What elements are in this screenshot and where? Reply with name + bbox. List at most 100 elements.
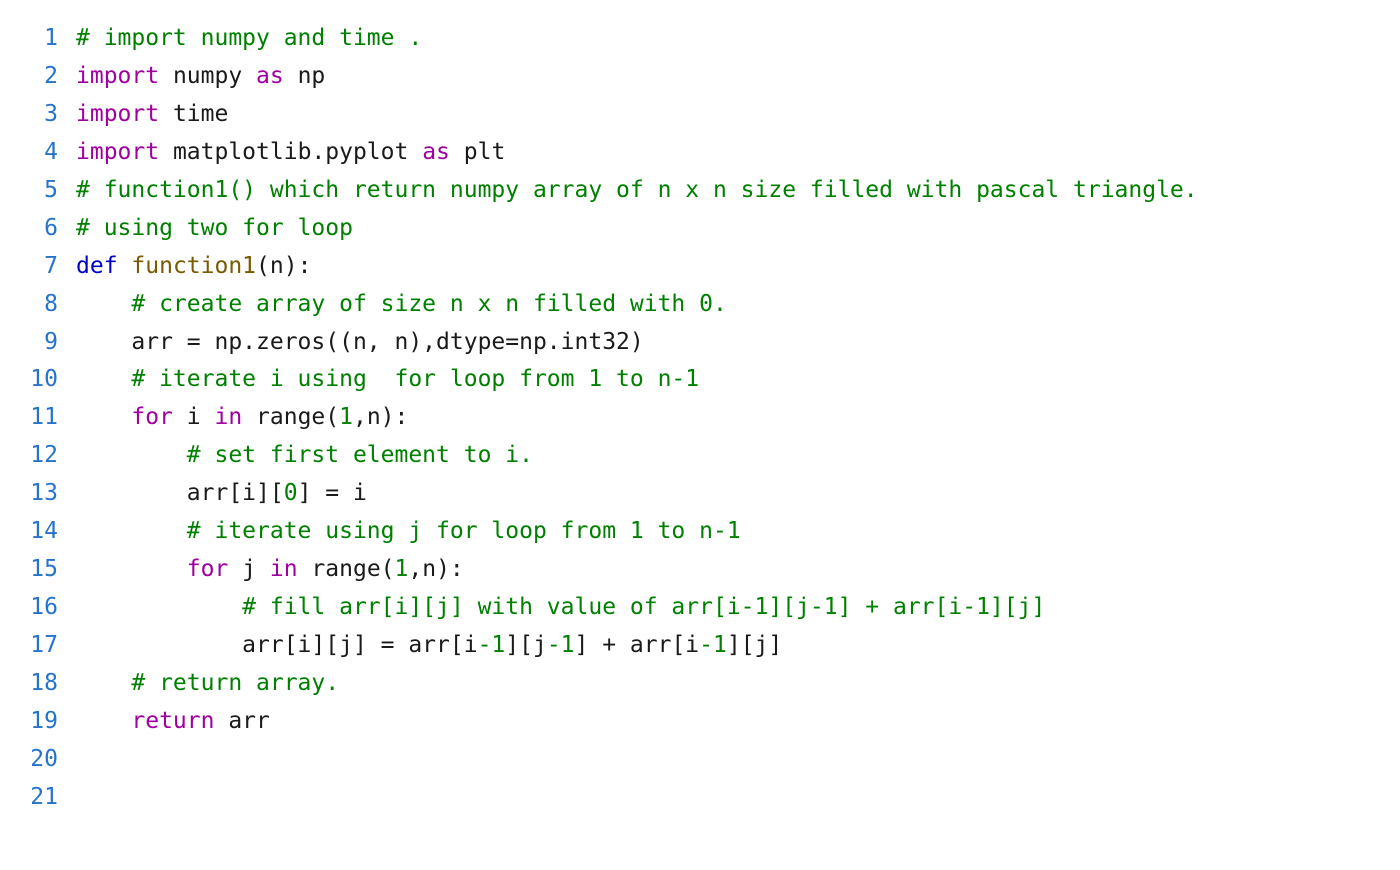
line-number: 5: [20, 172, 76, 210]
code-content: [76, 779, 1380, 817]
token-keyword: return: [131, 708, 214, 734]
token-default: j: [228, 556, 270, 582]
line-number: 19: [20, 703, 76, 741]
token-default: [76, 708, 131, 734]
line-number: 20: [20, 741, 76, 779]
code-line: 4import matplotlib.pyplot as plt: [20, 134, 1380, 172]
token-default: ] = i: [298, 480, 367, 506]
token-number: -1: [547, 632, 575, 658]
token-comment: # set first element to i.: [187, 442, 533, 468]
token-number: -1: [478, 632, 506, 658]
code-content: arr[i][j] = arr[i-1][j-1] + arr[i-1][j]: [76, 627, 1380, 665]
line-number: 1: [20, 20, 76, 58]
line-number: 15: [20, 551, 76, 589]
line-number: 9: [20, 324, 76, 362]
code-line: 19 return arr: [20, 703, 1380, 741]
token-number: -1: [699, 632, 727, 658]
token-default: (n):: [256, 253, 311, 279]
token-default: time: [159, 101, 228, 127]
code-line: 17 arr[i][j] = arr[i-1][j-1] + arr[i-1][…: [20, 627, 1380, 665]
code-content: return arr: [76, 703, 1380, 741]
code-content: for j in range(1,n):: [76, 551, 1380, 589]
line-number: 11: [20, 399, 76, 437]
code-content: arr[i][0] = i: [76, 475, 1380, 513]
token-default: matplotlib.pyplot: [159, 139, 422, 165]
line-number: 7: [20, 248, 76, 286]
token-default: i: [173, 404, 215, 430]
token-keyword: import: [76, 139, 159, 165]
line-number: 4: [20, 134, 76, 172]
line-number: 13: [20, 475, 76, 513]
code-line: 8 # create array of size n x n filled wi…: [20, 286, 1380, 324]
code-line: 2import numpy as np: [20, 58, 1380, 96]
code-line: 7def function1(n):: [20, 248, 1380, 286]
token-keyword: for: [131, 404, 173, 430]
token-default: ,n):: [353, 404, 408, 430]
line-number: 16: [20, 589, 76, 627]
code-content: arr = np.zeros((n, n),dtype=np.int32): [76, 324, 1380, 362]
token-keyword: in: [270, 556, 298, 582]
code-content: import matplotlib.pyplot as plt: [76, 134, 1380, 172]
token-default: [76, 291, 131, 317]
line-number: 14: [20, 513, 76, 551]
line-number: 3: [20, 96, 76, 134]
code-content: for i in range(1,n):: [76, 399, 1380, 437]
code-content: # function1() which return numpy array o…: [76, 172, 1380, 210]
line-number: 6: [20, 210, 76, 248]
token-default: arr[i][: [76, 480, 284, 506]
code-content: import time: [76, 96, 1380, 134]
code-line: 10 # iterate i using for loop from 1 to …: [20, 361, 1380, 399]
code-line: 9 arr = np.zeros((n, n),dtype=np.int32): [20, 324, 1380, 362]
token-default: np: [284, 63, 326, 89]
line-number: 8: [20, 286, 76, 324]
code-line: 16 # fill arr[i][j] with value of arr[i-…: [20, 589, 1380, 627]
token-keyword: as: [422, 139, 450, 165]
token-default: arr: [214, 708, 269, 734]
line-number: 18: [20, 665, 76, 703]
token-default: [76, 518, 187, 544]
code-content: # fill arr[i][j] with value of arr[i-1][…: [76, 589, 1380, 627]
token-default: [76, 670, 131, 696]
token-default: arr[i][j] = arr[i: [76, 632, 478, 658]
code-content: # iterate using j for loop from 1 to n-1: [76, 513, 1380, 551]
token-number: 0: [284, 480, 298, 506]
code-content: import numpy as np: [76, 58, 1380, 96]
token-default: [76, 594, 242, 620]
code-content: # import numpy and time .: [76, 20, 1380, 58]
token-comment: # create array of size n x n filled with…: [131, 291, 726, 317]
token-comment: # import numpy and time .: [76, 25, 422, 51]
code-line: 12 # set first element to i.: [20, 437, 1380, 475]
token-comment: # fill arr[i][j] with value of arr[i-1][…: [242, 594, 1045, 620]
token-comment: # return array.: [131, 670, 339, 696]
token-keyword: import: [76, 63, 159, 89]
token-default: ][j]: [727, 632, 782, 658]
code-content: # return array.: [76, 665, 1380, 703]
token-default: [76, 442, 187, 468]
code-block: 1# import numpy and time .2import numpy …: [0, 0, 1400, 837]
line-number: 17: [20, 627, 76, 665]
token-default: [76, 404, 131, 430]
token-funcname: function1: [131, 253, 256, 279]
code-line: 5# function1() which return numpy array …: [20, 172, 1380, 210]
token-number: 1: [395, 556, 409, 582]
line-number: 21: [20, 779, 76, 817]
token-default: plt: [450, 139, 505, 165]
code-content: # iterate i using for loop from 1 to n-1: [76, 361, 1380, 399]
token-default: ] + arr[i: [575, 632, 700, 658]
token-comment: # function1() which return numpy array o…: [76, 177, 1198, 203]
token-keyword: as: [256, 63, 284, 89]
code-line: 21: [20, 779, 1380, 817]
token-default: [76, 366, 131, 392]
token-keyword: import: [76, 101, 159, 127]
code-line: 20: [20, 741, 1380, 779]
code-line: 18 # return array.: [20, 665, 1380, 703]
token-default: range(: [242, 404, 339, 430]
code-content: # using two for loop: [76, 210, 1380, 248]
line-number: 2: [20, 58, 76, 96]
token-comment: # iterate i using for loop from 1 to n-1: [131, 366, 699, 392]
line-number: 12: [20, 437, 76, 475]
token-default: ][j: [505, 632, 547, 658]
token-keyword: for: [187, 556, 229, 582]
code-content: [76, 741, 1380, 779]
code-line: 13 arr[i][0] = i: [20, 475, 1380, 513]
